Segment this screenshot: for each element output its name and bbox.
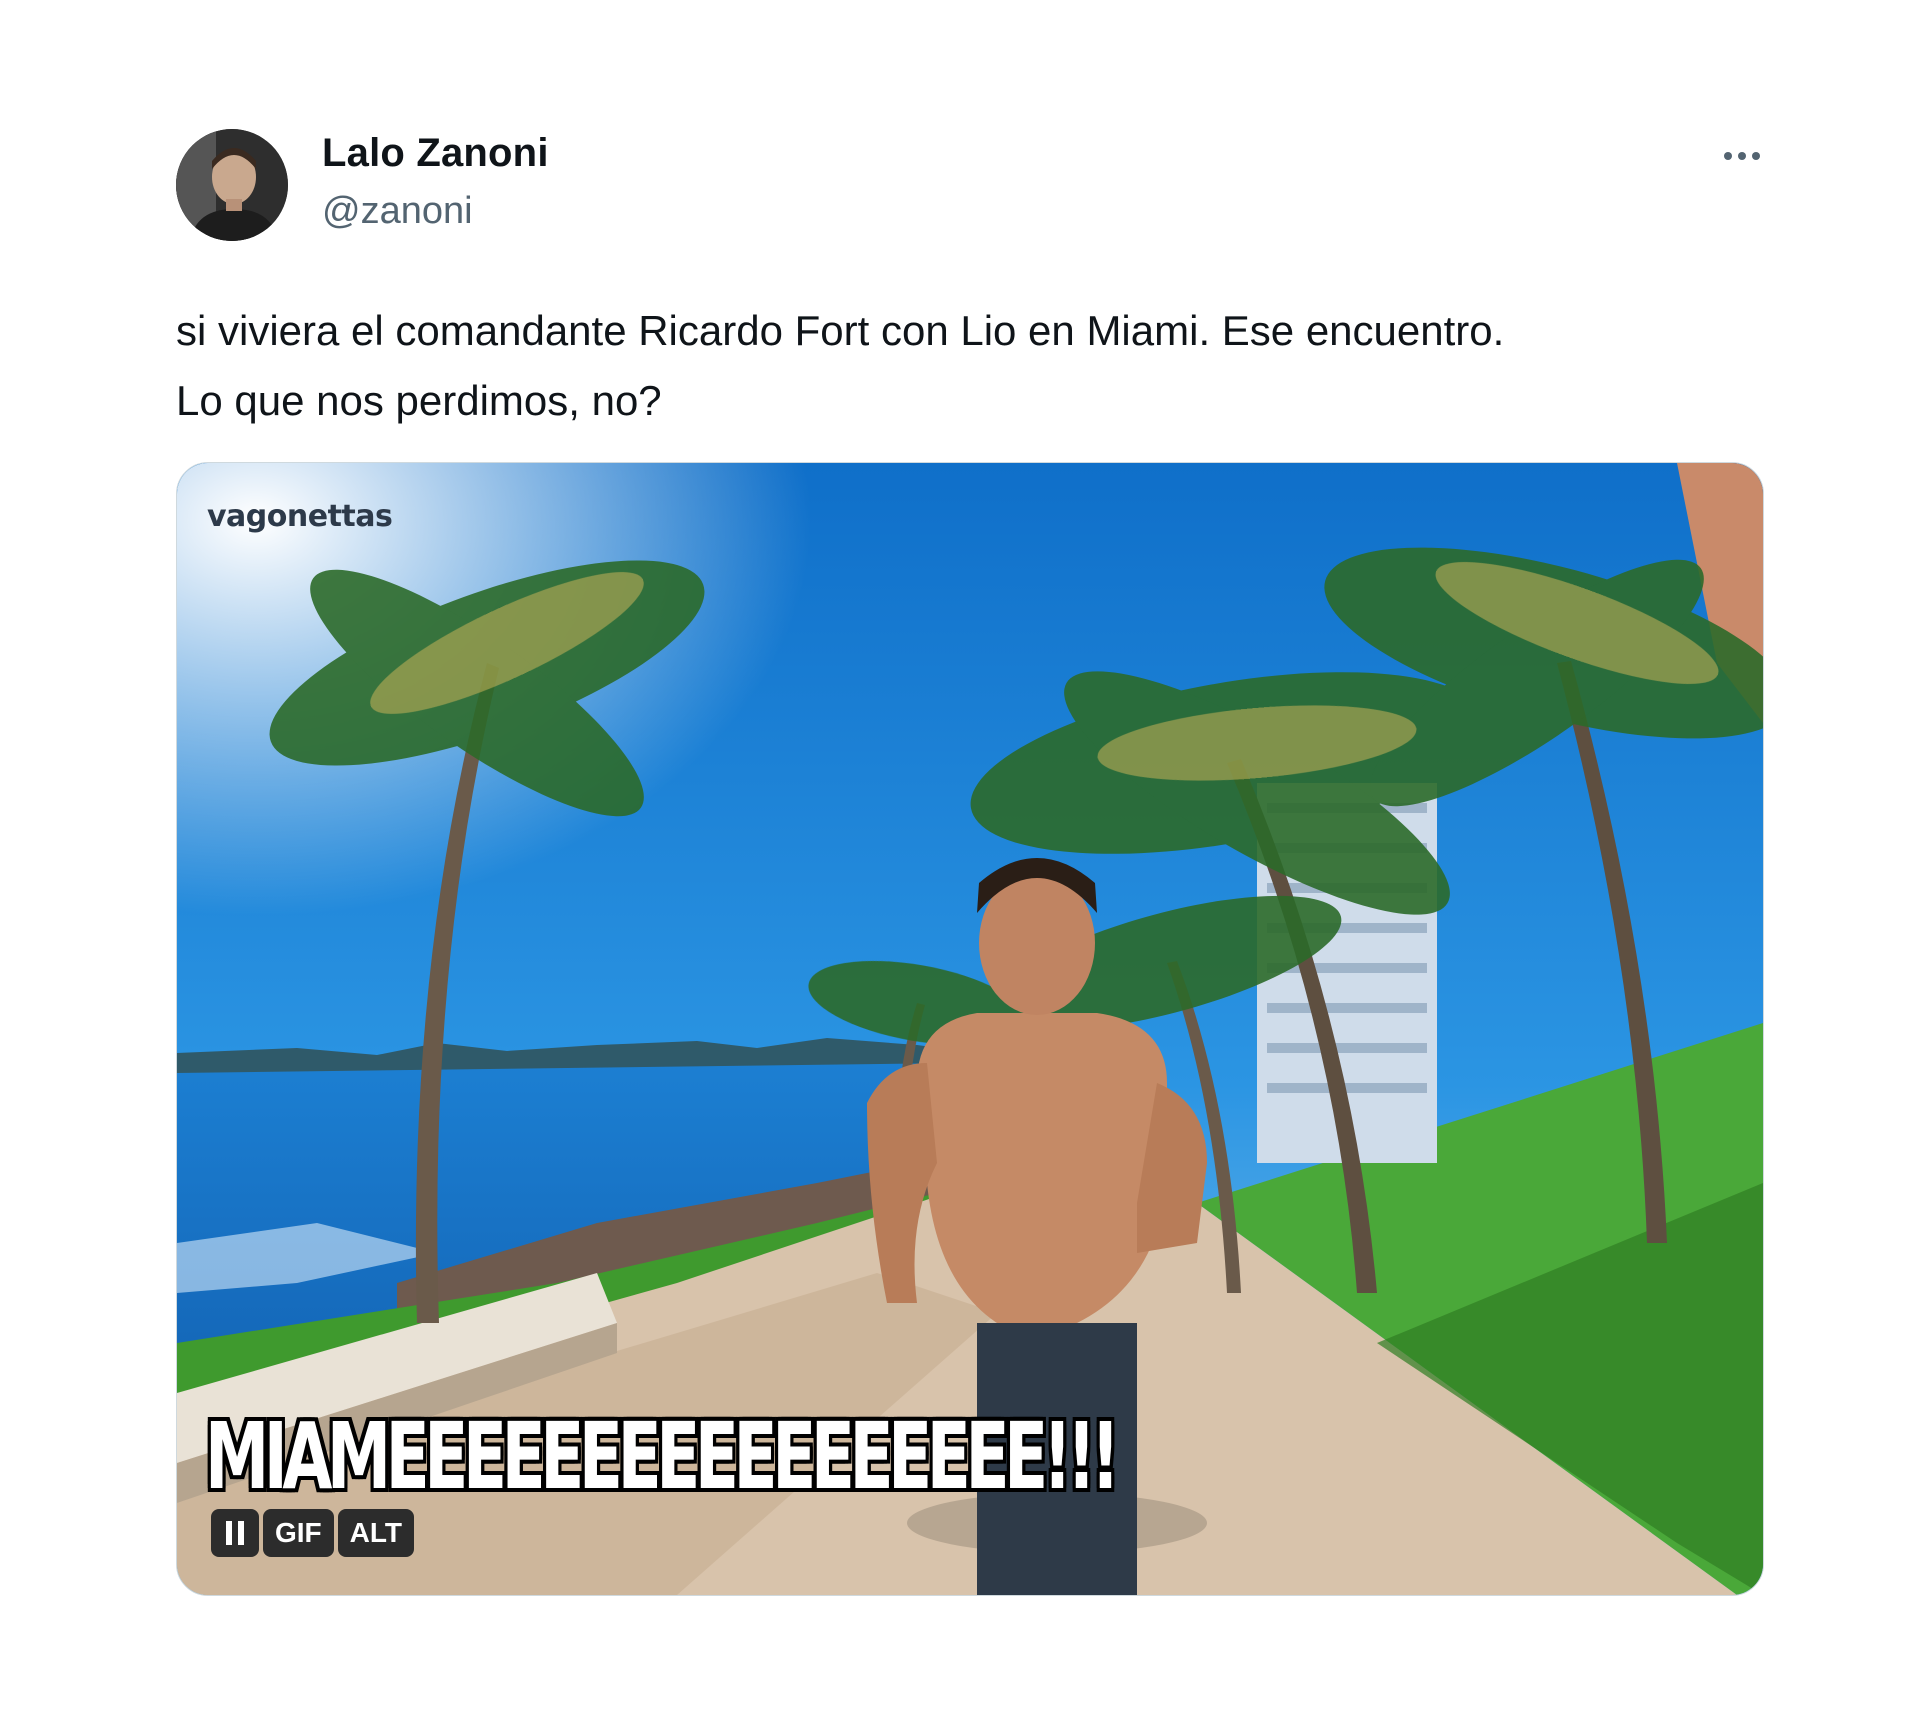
avatar[interactable]: [176, 129, 288, 241]
media-controls: GIF ALT: [211, 1509, 415, 1557]
pause-icon-bar: [238, 1521, 244, 1545]
gif-caption: MIAMEEEEEEEEEEEEEEEEE!!!: [205, 1403, 1120, 1510]
gif-badge[interactable]: GIF: [263, 1509, 334, 1557]
more-dot: [1752, 152, 1760, 160]
more-horizontal-icon: [1724, 152, 1732, 160]
author-handle[interactable]: @zanoni: [322, 190, 473, 233]
gif-media[interactable]: vagonettas MIAMEEEEEEEEEEEEEEEEE!!! GIF …: [176, 462, 1764, 1596]
tweet-text-line: si viviera el comandante Ricardo Fort co…: [176, 307, 1505, 354]
avatar-image: [176, 129, 288, 241]
pause-button[interactable]: [211, 1509, 259, 1557]
tweet-card: Lalo Zanoni @zanoni si viviera el comand…: [0, 0, 1920, 1715]
tweet-text-line: Lo que nos perdimos, no?: [176, 377, 662, 424]
author-name[interactable]: Lalo Zanoni: [322, 131, 549, 176]
tweet-text: si viviera el comandante Ricardo Fort co…: [176, 296, 1776, 436]
alt-text-button[interactable]: ALT: [337, 1509, 415, 1557]
more-options-button[interactable]: [1712, 138, 1772, 174]
more-dot: [1738, 152, 1746, 160]
watermark: vagonettas: [207, 499, 393, 534]
pause-icon: [226, 1521, 232, 1545]
